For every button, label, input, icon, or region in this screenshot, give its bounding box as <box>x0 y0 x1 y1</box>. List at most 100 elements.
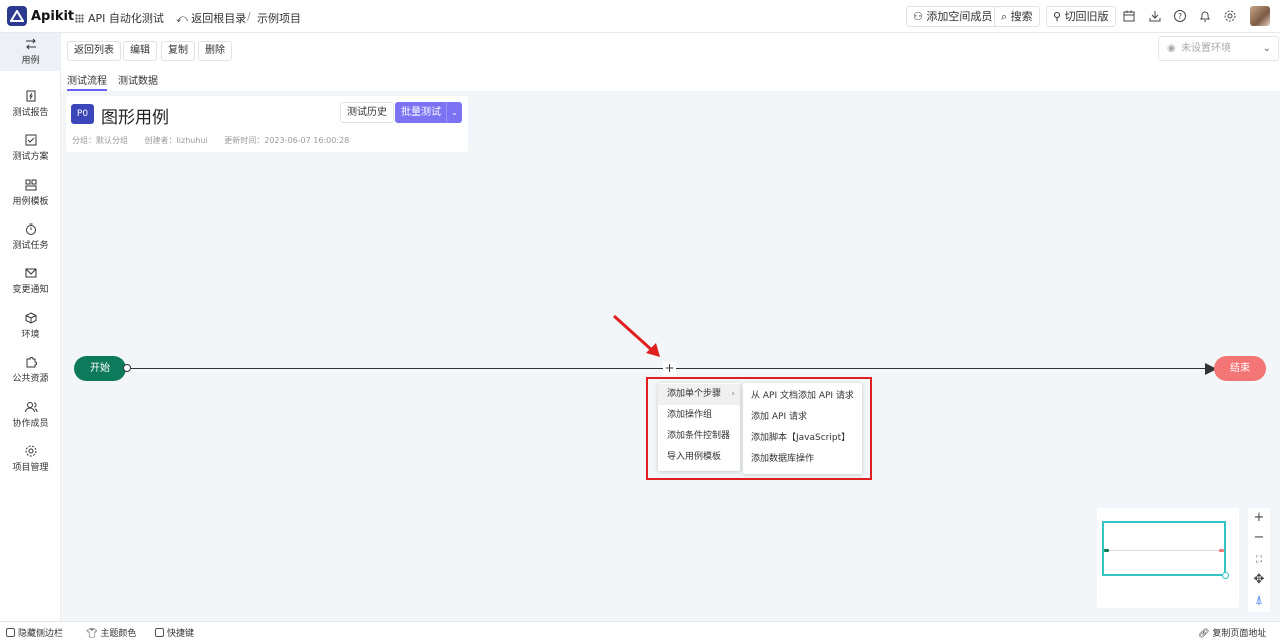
action-bar: 返回列表 编辑 复制 删除 测试流程 测试数据 <box>61 33 1280 91</box>
hide-sidebar-label: 隐藏侧边栏 <box>18 629 64 639</box>
sidebar-item-label: 测试任务 <box>12 241 49 251</box>
shortcuts-label: 快捷键 <box>167 629 195 639</box>
minimap[interactable] <box>1097 508 1239 608</box>
menu-item-import-template[interactable]: 导入用例模板 <box>658 447 740 468</box>
workspace-switcher[interactable]: API 自动化测试 <box>75 10 164 26</box>
report-icon <box>24 89 38 103</box>
eye-icon: ◉ <box>1167 43 1176 54</box>
sidebar-item-resources[interactable]: 公共资源 <box>0 351 61 389</box>
breadcrumb-separator: / <box>247 10 251 23</box>
add-step-menu: 添加单个步骤 › 添加操作组 添加条件控制器 导入用例模板 <box>658 383 740 471</box>
environment-placeholder: 未设置环境 <box>1181 43 1231 54</box>
bell-icon[interactable] <box>1198 9 1212 23</box>
add-step-submenu: 从 API 文档添加 API 请求 添加 API 请求 添加脚本【JavaScr… <box>743 383 862 474</box>
hide-sidebar-button[interactable]: 隐藏侧边栏 <box>6 626 63 639</box>
sidebar-item-members[interactable]: 协作成员 <box>0 396 61 434</box>
brand-name: Apikit <box>31 9 75 24</box>
menu-item-add-single-step[interactable]: 添加单个步骤 › <box>658 384 740 405</box>
submenu-item-add-api-request[interactable]: 添加 API 请求 <box>743 407 862 428</box>
template-icon <box>24 178 38 192</box>
submenu-item-add-db-operation[interactable]: 添加数据库操作 <box>743 449 862 470</box>
gear-icon[interactable] <box>1223 9 1237 23</box>
download-icon[interactable] <box>1148 9 1162 23</box>
sidebar-item-cases[interactable]: 用例 <box>0 33 61 71</box>
copy-button[interactable]: 复制 <box>161 41 195 61</box>
sidebar-item-templates[interactable]: 用例模板 <box>0 174 61 212</box>
zoom-in-button[interactable]: + <box>1248 508 1270 528</box>
environment-select[interactable]: ◉ 未设置环境 ⌄ <box>1158 36 1279 61</box>
apikit-logo[interactable] <box>7 6 27 26</box>
add-member-button[interactable]: ⚇ 添加空间成员 <box>906 6 1000 27</box>
batch-test-button[interactable]: 批量测试 ⌄ <box>395 102 462 123</box>
batch-test-label: 批量测试 <box>401 107 441 118</box>
zoom-out-button[interactable]: − <box>1248 528 1270 548</box>
delete-button[interactable]: 删除 <box>198 41 232 61</box>
apps-grid-icon <box>75 14 84 23</box>
case-info-card: P0 图形用例 测试历史 批量测试 ⌄ 分组：默认分组 创建者：lizhuhui… <box>66 96 468 152</box>
edit-button[interactable]: 编辑 <box>123 41 157 61</box>
shirt-icon: 👕︎ <box>86 629 98 639</box>
case-title: 图形用例 <box>101 108 169 128</box>
workspace-name: API 自动化测试 <box>88 12 164 25</box>
sidebar-item-label: 用例 <box>21 56 40 66</box>
annotation-arrow-icon <box>612 314 660 357</box>
project-breadcrumb[interactable]: 示例项目 <box>257 10 301 26</box>
calendar-icon[interactable] <box>1122 9 1136 23</box>
start-port[interactable] <box>123 364 131 372</box>
settings-icon <box>24 444 38 458</box>
submenu-item-from-api-doc[interactable]: 从 API 文档添加 API 请求 <box>743 386 862 407</box>
sidebar-item-notifications[interactable]: 变更通知 <box>0 262 61 300</box>
sidebar-item-reports[interactable]: 测试报告 <box>0 85 61 123</box>
sidebar-item-project-settings[interactable]: 项目管理 <box>0 440 61 478</box>
add-step-button[interactable]: + <box>663 362 676 375</box>
keyboard-icon <box>155 628 164 637</box>
auto-layout-icon[interactable]: ⍋ <box>1248 591 1270 611</box>
test-history-button[interactable]: 测试历史 <box>340 102 394 123</box>
start-node[interactable]: 开始 <box>74 356 126 381</box>
add-member-label: 添加空间成员 <box>926 10 993 23</box>
flow-icon <box>24 37 38 51</box>
menu-item-add-group[interactable]: 添加操作组 <box>658 405 740 426</box>
priority-badge: P0 <box>71 104 94 124</box>
tab-test-flow[interactable]: 测试流程 <box>67 72 107 91</box>
case-group: 分组：默认分组 <box>72 136 128 145</box>
fit-view-icon[interactable]: ⛶ <box>1248 550 1270 570</box>
sidebar-item-plans[interactable]: 测试方案 <box>0 129 61 167</box>
plan-icon <box>24 133 38 147</box>
user-avatar[interactable] <box>1250 6 1270 26</box>
case-creator: 创建者：lizhuhui <box>144 136 208 145</box>
tab-test-data[interactable]: 测试数据 <box>118 72 158 87</box>
theme-color-button[interactable]: 👕︎ 主题颜色 <box>86 626 136 639</box>
help-icon[interactable]: ? <box>1173 9 1187 23</box>
puzzle-icon <box>24 355 38 369</box>
theme-label: 主题颜色 <box>100 629 137 639</box>
user-add-icon: ⚇ <box>913 10 927 23</box>
sidebar-item-environment[interactable]: 环境 <box>0 307 61 345</box>
copy-page-url-button[interactable]: 🔗︎ 复制页面地址 <box>1198 626 1266 639</box>
minimap-viewport[interactable] <box>1102 521 1226 576</box>
move-icon[interactable]: ✥ <box>1248 570 1270 590</box>
mail-icon <box>24 266 38 280</box>
sidebar-item-label: 用例模板 <box>12 197 49 207</box>
shortcuts-button[interactable]: 快捷键 <box>155 626 194 639</box>
search-icon: ⌕ <box>1001 10 1011 23</box>
search-label: 搜索 <box>1010 10 1033 23</box>
back-to-list-button[interactable]: 返回列表 <box>67 41 121 61</box>
top-bar: Apikit API 自动化测试 ⤺ 返回根目录 / 示例项目 ⚇ 添加空间成员… <box>0 0 1280 33</box>
back-to-root-link[interactable]: ⤺ 返回根目录 <box>176 10 246 26</box>
end-node[interactable]: 结束 <box>1214 356 1266 381</box>
submenu-item-add-script[interactable]: 添加脚本【JavaScript】 <box>743 428 862 449</box>
sidebar: 用例 测试报告 测试方案 用例模板 测试任务 变更通知 环境 公共资源 协作成员… <box>0 33 61 621</box>
chevron-down-icon: ⌄ <box>1262 43 1271 54</box>
back-root-label: 返回根目录 <box>191 12 247 25</box>
search-button[interactable]: ⌕ 搜索 <box>994 6 1040 27</box>
zoom-controls: + − ⛶ ✥ ⍋ <box>1248 508 1270 612</box>
minimap-resize-handle[interactable] <box>1222 572 1229 579</box>
pin-icon: ⚲ <box>1053 10 1065 23</box>
menu-item-add-condition[interactable]: 添加条件控制器 <box>658 426 740 447</box>
chevron-down-icon[interactable]: ⌄ <box>446 102 462 123</box>
case-updated-time: 更新时间：2023-06-07 16:00:28 <box>224 136 350 145</box>
switch-old-version-button[interactable]: ⚲ 切回旧版 <box>1046 6 1116 27</box>
menu-item-label: 添加单个步骤 <box>667 389 722 399</box>
sidebar-item-tasks[interactable]: 测试任务 <box>0 218 61 256</box>
